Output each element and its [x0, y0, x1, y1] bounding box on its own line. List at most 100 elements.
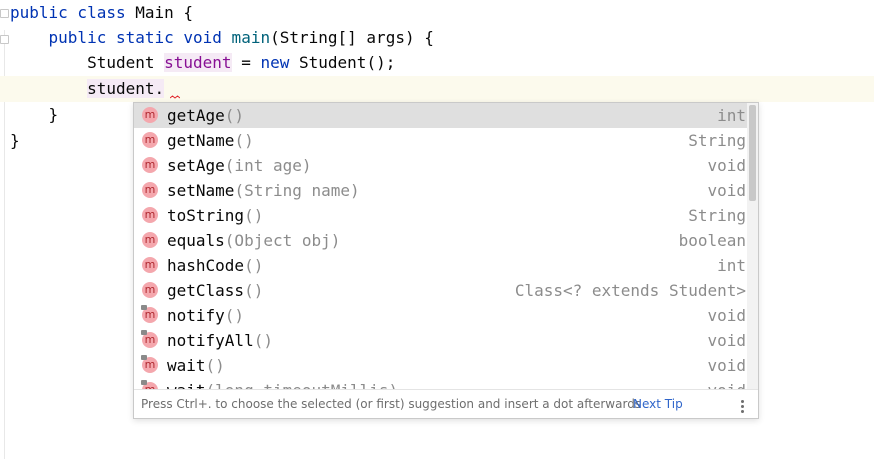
completion-return-type: void: [707, 156, 746, 175]
method-params-text: (): [224, 106, 245, 125]
operator: =: [231, 53, 261, 72]
completion-list[interactable]: m getAge() int m getName() String m setAge(int …: [134, 103, 747, 389]
method-name-text: toString: [167, 206, 245, 225]
completion-item[interactable]: m notifyAll() void: [134, 328, 747, 353]
keyword: public class: [10, 3, 126, 22]
lock-icon: [141, 330, 147, 335]
completion-method-name: getClass(): [167, 278, 263, 303]
completion-method-name: equals(Object obj): [167, 228, 340, 253]
type-name: Student: [87, 53, 165, 72]
method-params-text: (int age): [224, 156, 312, 175]
code-line-1[interactable]: public class Main {: [10, 0, 193, 25]
completion-method-name: getAge(): [167, 103, 244, 128]
method-icon: m: [142, 107, 158, 123]
completion-method-name: hashCode(): [167, 253, 263, 278]
code-line-3[interactable]: Student student = new Student();: [10, 50, 395, 75]
vertical-ellipsis-icon[interactable]: [740, 390, 746, 418]
method-name-text: setName: [167, 181, 235, 200]
completion-return-type: int: [717, 106, 746, 125]
completion-method-name: setName(String name): [167, 178, 360, 203]
completion-return-type: Class<? extends Student>: [514, 281, 746, 300]
completion-item[interactable]: m toString() String: [134, 203, 747, 228]
method-name-text: getClass: [167, 281, 245, 300]
completion-item[interactable]: m equals(Object obj) boolean: [134, 228, 747, 253]
variable-name: student: [164, 53, 232, 72]
method-params-text: (): [244, 281, 264, 300]
next-tip-link[interactable]: Next Tip: [633, 390, 683, 418]
completion-footer: Press Ctrl+. to choose the selected (or …: [134, 389, 758, 418]
method-icon: m: [142, 182, 158, 198]
constructor-call: Student();: [289, 53, 396, 72]
completion-return-type: int: [717, 256, 746, 275]
method-params-text: (): [234, 131, 254, 150]
class-name: Main {: [125, 3, 194, 22]
completion-item[interactable]: m hashCode() int: [134, 253, 747, 278]
code-line-2[interactable]: public static void main(String[] args) {: [10, 25, 434, 50]
scrollbar-thumb[interactable]: [749, 105, 756, 201]
code-line-6[interactable]: }: [10, 128, 20, 153]
code-completion-popup[interactable]: m getAge() int m getName() String m setAge(int …: [133, 102, 759, 419]
code-line-4[interactable]: student.: [10, 76, 165, 101]
method-params-text: (long timeoutMillis): [206, 381, 399, 389]
completion-item[interactable]: m getName() String: [134, 128, 747, 153]
completion-item[interactable]: m wait() void: [134, 353, 747, 378]
method-name-text: notify: [167, 306, 225, 325]
method-params-text: (): [205, 356, 225, 375]
completion-item[interactable]: mwait(long timeoutMillis)void: [134, 378, 747, 389]
method-params-text: (String name): [234, 181, 360, 200]
method-name-text: equals: [167, 231, 225, 250]
method-signature: (String[] args) {: [270, 28, 434, 47]
completion-item[interactable]: m getClass() Class<? extends Student>: [134, 278, 747, 303]
completion-item[interactable]: m notify() void: [134, 303, 747, 328]
lock-icon: [141, 305, 147, 310]
completion-return-type: void: [707, 306, 746, 325]
method-name-text: notifyAll: [167, 331, 254, 350]
method-params-text: (): [244, 256, 264, 275]
completion-method-name: wait(): [167, 353, 225, 378]
method-name-text: wait: [167, 356, 206, 375]
completion-method-name: notify(): [167, 303, 244, 328]
completion-item[interactable]: m setName(String name) void: [134, 178, 747, 203]
method-icon: m: [142, 232, 158, 248]
completion-return-type: String: [688, 206, 746, 225]
keyword: public static void: [48, 28, 222, 47]
member-access: student.: [87, 79, 165, 98]
method-icon: m: [142, 207, 158, 223]
completion-return-type: void: [707, 356, 746, 375]
keyword: new: [260, 53, 290, 72]
completion-hint: Press Ctrl+. to choose the selected (or …: [141, 397, 642, 411]
fold-marker-icon[interactable]: [0, 9, 9, 18]
completion-method-name: wait(long timeoutMillis): [167, 378, 398, 389]
method-icon: m: [142, 257, 158, 273]
lock-icon: [141, 355, 147, 360]
method-name: main: [221, 28, 271, 47]
completion-item[interactable]: m getAge() int: [134, 103, 747, 128]
completion-method-name: getName(): [167, 128, 254, 153]
completion-return-type: void: [707, 331, 746, 350]
method-params-text: (Object obj): [224, 231, 341, 250]
fold-marker-icon[interactable]: [0, 35, 9, 44]
method-name-text: getAge: [167, 106, 225, 125]
lock-icon: [141, 380, 147, 385]
completion-item[interactable]: m setAge(int age) void: [134, 153, 747, 178]
method-params-text: (): [244, 206, 264, 225]
completion-return-type: boolean: [678, 231, 746, 250]
completion-method-name: setAge(int age): [167, 153, 312, 178]
method-params-text: (): [253, 331, 273, 350]
completion-method-name: notifyAll(): [167, 328, 273, 353]
method-icon: m: [142, 282, 158, 298]
method-icon: m: [142, 132, 158, 148]
method-name-text: getName: [167, 131, 235, 150]
method-name-text: setAge: [167, 156, 225, 175]
error-squiggle-icon: [170, 95, 180, 99]
completion-return-type: void: [707, 181, 746, 200]
completion-return-type: String: [688, 131, 746, 150]
completion-return-type: void: [707, 378, 746, 389]
code-line-5[interactable]: }: [10, 102, 59, 127]
method-name-text: hashCode: [167, 256, 245, 275]
method-name-text: wait: [167, 381, 206, 389]
completion-method-name: toString(): [167, 203, 263, 228]
